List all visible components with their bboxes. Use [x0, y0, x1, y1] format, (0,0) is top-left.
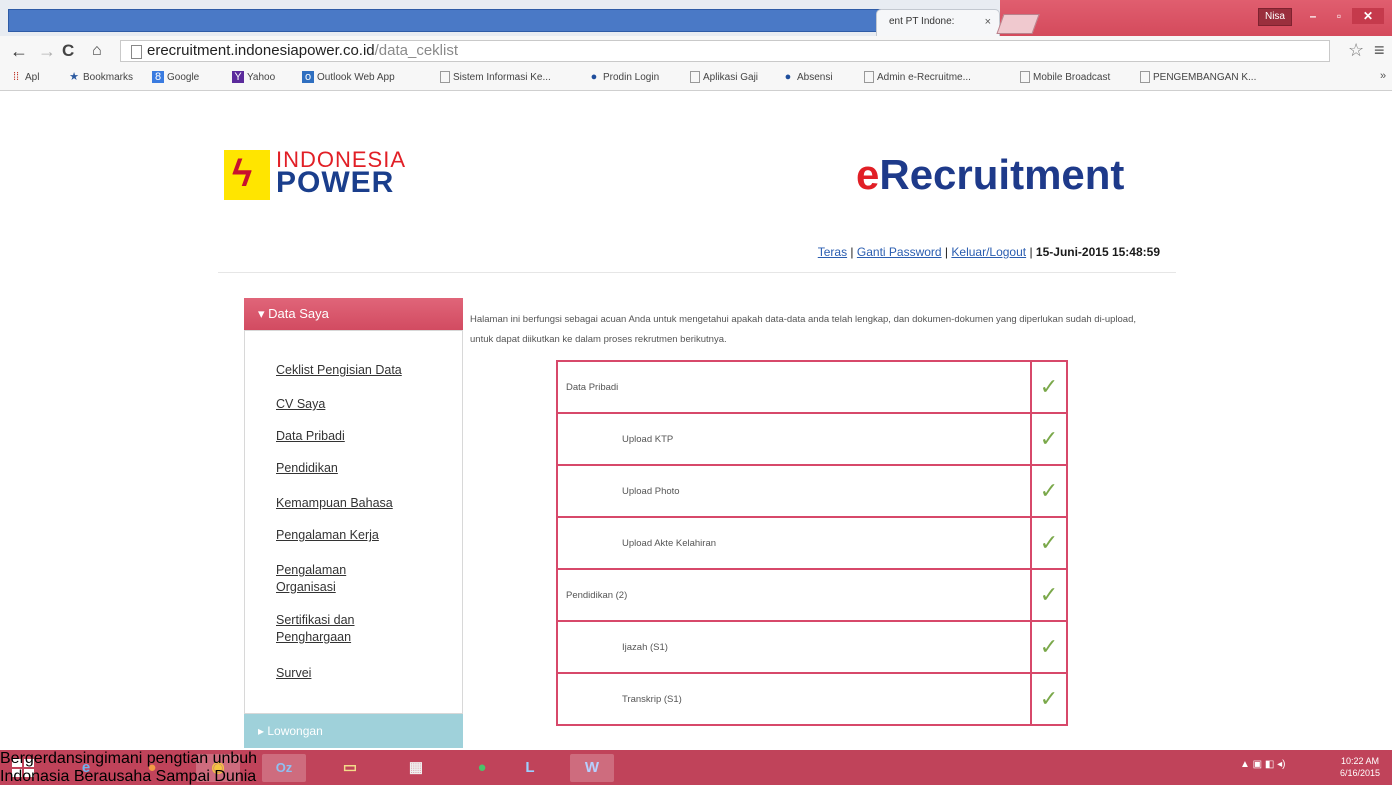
user-nav: Teras | Ganti Password | Keluar/Logout |…: [817, 245, 1160, 259]
sidebar-item-sertifikasi[interactable]: Sertifikasi dan Penghargaan: [276, 612, 366, 646]
intro-text: Halaman ini berfungsi sebagai acuan Anda…: [470, 314, 1137, 345]
change-password-link[interactable]: Ganti Password: [857, 245, 942, 259]
sidebar-item-survei[interactable]: Survei: [276, 665, 311, 682]
yahoo-icon: Y: [232, 71, 244, 83]
checklist-table: Data Pribadi ✓ Upload KTP ✓ Upload Photo ✓ …: [556, 360, 1068, 726]
bookmark-item[interactable]: Mobile Broadcast: [1020, 71, 1110, 83]
sidebar-item-cv[interactable]: CV Saya: [276, 396, 325, 413]
bookmark-item[interactable]: ★ Bookmarks: [68, 71, 133, 83]
checklist-label: Data Pribadi: [556, 360, 1032, 414]
table-row: Upload KTP ✓: [556, 412, 1068, 466]
checkmark-icon: ✓: [1030, 360, 1068, 414]
sidebar-section-data-saya[interactable]: ▾ Data Saya: [244, 298, 463, 330]
header-divider: [218, 272, 1176, 273]
sidebar-item-ceklist[interactable]: Ceklist Pengisian Data: [276, 362, 402, 379]
maximize-icon[interactable]: ▫: [1326, 8, 1352, 24]
page-icon: [864, 71, 874, 83]
page-icon: [131, 45, 142, 59]
table-row: Data Pribadi ✓: [556, 360, 1068, 414]
sidebar-item-kemampuan-bahasa[interactable]: Kemampuan Bahasa: [276, 495, 393, 512]
bookmark-item[interactable]: Y Yahoo: [232, 71, 275, 83]
new-tab-button[interactable]: [996, 14, 1040, 34]
checkmark-icon: ✓: [1030, 412, 1068, 466]
globe-icon: ●: [784, 71, 792, 83]
page-icon: [1020, 71, 1030, 83]
forward-arrow-icon[interactable]: →: [38, 40, 56, 62]
page-icon: [1140, 71, 1150, 83]
wallpaper-text-overlay: Bergerdansingimani pengtian unbuh Indonas…: [0, 750, 258, 785]
sidebar-section-lowongan[interactable]: ▸ Lowongan: [244, 714, 463, 748]
tab-title: ent PT Indone:: [889, 16, 955, 27]
lightning-icon: ϟ: [232, 153, 253, 195]
page-icon: [440, 71, 450, 83]
checkmark-icon: ✓: [1030, 672, 1068, 726]
checkmark-icon: ✓: [1030, 516, 1068, 570]
checkmark-icon: ✓: [1030, 464, 1068, 518]
bookmark-item[interactable]: ● Prodin Login: [588, 71, 659, 83]
checkmark-icon: ✓: [1030, 568, 1068, 622]
sidebar-item-data-pribadi[interactable]: Data Pribadi: [276, 428, 345, 445]
logo-text-power: POWER: [276, 166, 395, 199]
browser-tab[interactable]: ent PT Indone: ×: [876, 9, 1000, 36]
table-row: Upload Photo ✓: [556, 464, 1068, 518]
checklist-label: Pendidikan (2): [556, 568, 1032, 622]
close-window-icon[interactable]: ✕: [1352, 8, 1384, 24]
tab-close-icon[interactable]: ×: [985, 10, 991, 34]
bookmark-item[interactable]: PENGEMBANGAN K...: [1140, 71, 1256, 83]
apps-icon: ⁞⁞: [12, 71, 20, 83]
bookmark-star-icon[interactable]: ☆: [1348, 40, 1364, 61]
outlook-icon: o: [302, 71, 314, 83]
bookmarks-overflow-icon[interactable]: »: [1380, 70, 1386, 82]
star-icon: ★: [69, 71, 79, 83]
profile-badge[interactable]: Nisa: [1258, 8, 1292, 26]
table-row: Transkrip (S1) ✓: [556, 672, 1068, 726]
minimize-icon[interactable]: –: [1300, 8, 1326, 24]
sidebar-panel: [244, 330, 463, 714]
checklist-label: Upload KTP: [556, 412, 1032, 466]
bookmark-item[interactable]: 8 Google: [152, 71, 199, 83]
logo-mark: ϟ: [224, 150, 270, 200]
checklist-label: Upload Akte Kelahiran: [556, 516, 1032, 570]
globe-icon: ●: [590, 71, 598, 83]
bookmark-item[interactable]: o Outlook Web App: [302, 71, 395, 83]
bookmark-item[interactable]: Admin e-Recruitme...: [864, 71, 971, 83]
reload-icon[interactable]: C: [62, 40, 74, 62]
checklist-label: Transkrip (S1): [556, 672, 1032, 726]
bookmark-item[interactable]: ⁞⁞ Apl: [10, 71, 40, 83]
sidebar-item-pendidikan[interactable]: Pendidikan: [276, 460, 338, 477]
browser-toolbar: ← → C ⌂ erecruitment.indonesiapower.co.i…: [0, 36, 1392, 66]
bookmark-item[interactable]: ● Absensi: [782, 71, 833, 83]
bookmark-item[interactable]: Sistem Informasi Ke...: [440, 71, 551, 83]
checklist-label: Upload Photo: [556, 464, 1032, 518]
bookmark-item[interactable]: Aplikasi Gaji: [690, 71, 758, 83]
home-link[interactable]: Teras: [818, 245, 847, 259]
logout-link[interactable]: Keluar/Logout: [951, 245, 1026, 259]
address-bar[interactable]: erecruitment.indonesiapower.co.id/data_c…: [120, 40, 1330, 62]
table-row: Upload Akte Kelahiran ✓: [556, 516, 1068, 570]
timestamp: 15-Juni-2015 15:48:59: [1035, 245, 1160, 259]
menu-icon[interactable]: ≡: [1374, 40, 1385, 61]
table-row: Ijazah (S1) ✓: [556, 620, 1068, 674]
site-title: eRecruitment: [856, 151, 1125, 198]
redaction-bar: [8, 9, 890, 32]
page-icon: [690, 71, 700, 83]
url-host: erecruitment.indonesiapower.co.id: [147, 42, 375, 59]
home-icon[interactable]: ⌂: [92, 40, 102, 62]
checkmark-icon: ✓: [1030, 620, 1068, 674]
back-arrow-icon[interactable]: ←: [10, 40, 28, 62]
bookmarks-bar: ⁞⁞ Apl ★ Bookmarks 8 Google Y Yahoo o Outlook…: [0, 66, 1392, 91]
browser-titlebar: ent PT Indone: × Nisa – ▫ ✕: [0, 0, 1392, 36]
google-icon: 8: [152, 71, 164, 83]
url-path: /data_ceklist: [374, 42, 459, 59]
sidebar-item-pengalaman-kerja[interactable]: Pengalaman Kerja: [276, 527, 379, 544]
table-row: Pendidikan (2) ✓: [556, 568, 1068, 622]
checklist-label: Ijazah (S1): [556, 620, 1032, 674]
sidebar-item-pengalaman-organisasi[interactable]: Pengalaman Organisasi: [276, 562, 366, 596]
